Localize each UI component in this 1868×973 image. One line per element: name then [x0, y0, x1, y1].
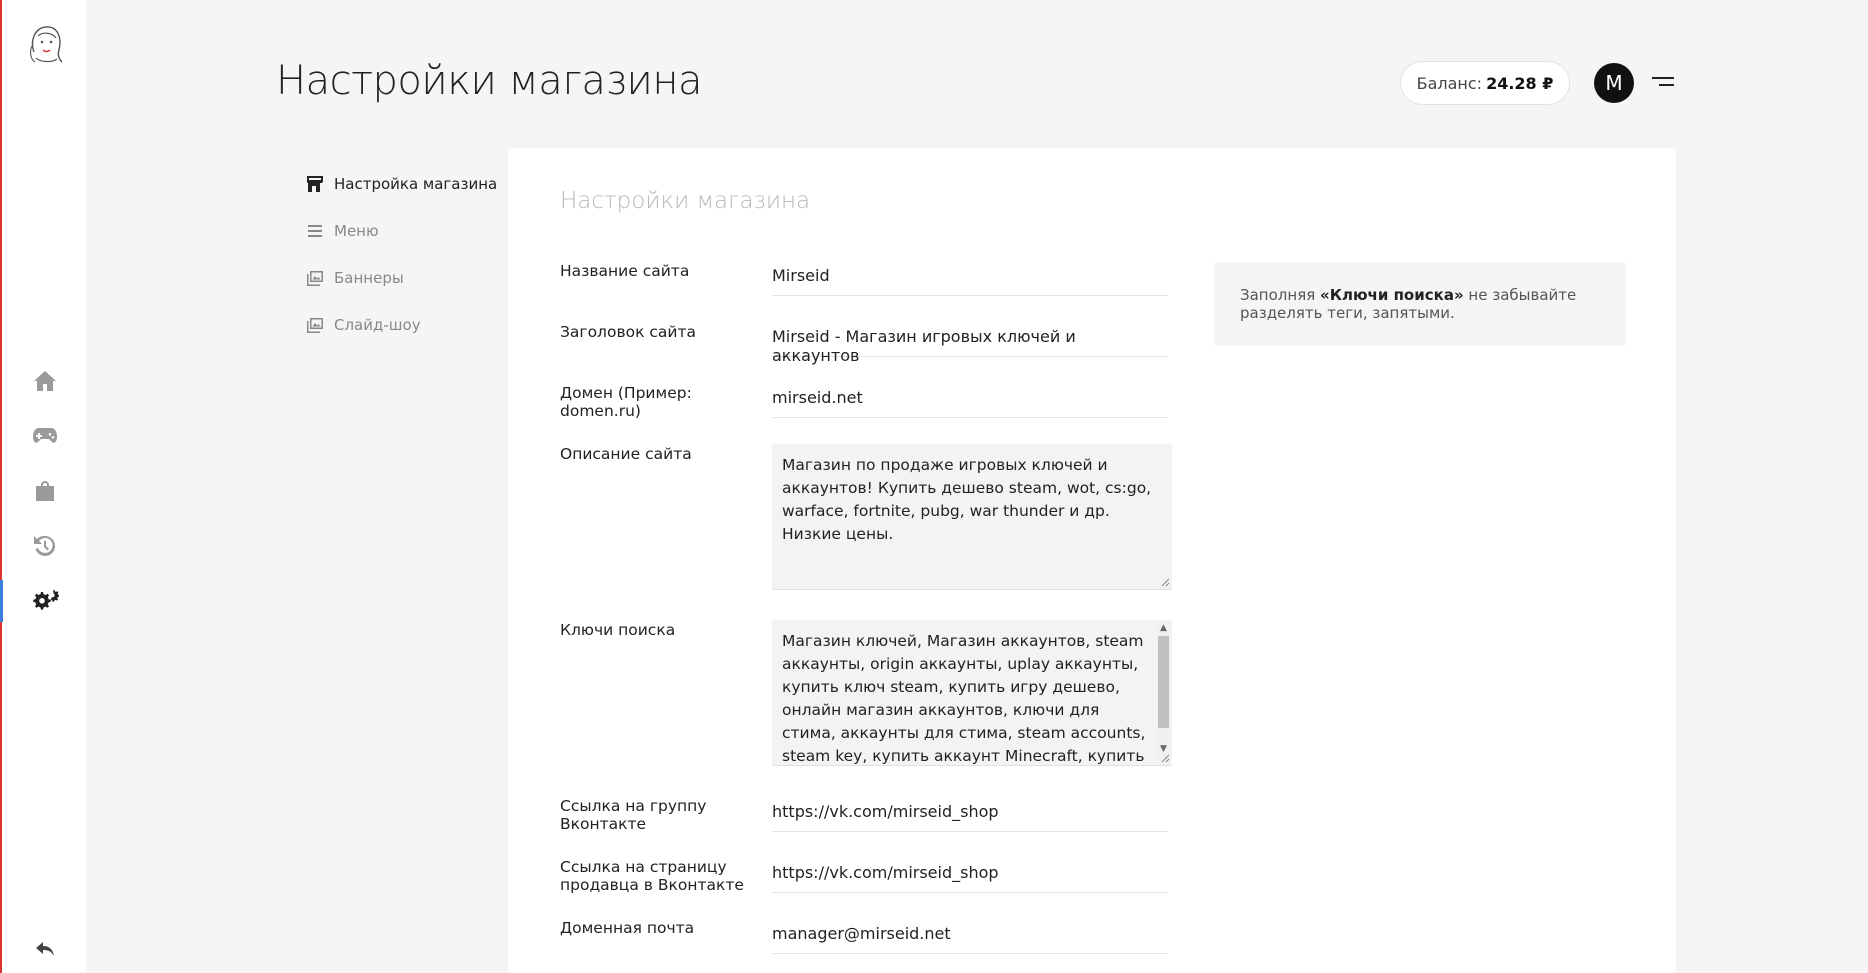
description-label: Описание сайта: [560, 445, 692, 463]
images-icon: [307, 270, 323, 286]
search-keys-hint: Заполняя «Ключи поиска» не забывайте раз…: [1214, 262, 1626, 346]
search-keys-textarea[interactable]: Магазин ключей, Магазин аккаунтов, steam…: [772, 620, 1172, 766]
menu-lines-icon: [308, 224, 322, 237]
settings-nav-store[interactable]: Настройка магазина: [306, 160, 506, 207]
vk-seller-label: Ссылка на страницу продавца в Вконтакте: [560, 858, 744, 894]
balance-button[interactable]: Баланс: 24.28 ₽: [1400, 61, 1570, 105]
settings-nav-label: Баннеры: [334, 268, 404, 287]
vk-seller-field[interactable]: https://vk.com/mirseid_shop: [772, 849, 1168, 893]
domain-field[interactable]: mirseid.net: [772, 374, 1168, 418]
page-title: Настройки магазина: [276, 58, 703, 104]
hamburger-menu-icon[interactable]: [1652, 76, 1674, 90]
balance-label: Баланс:: [1416, 73, 1483, 93]
settings-nav: Настройка магазина Меню Баннеры Слайд-шо…: [306, 160, 506, 348]
avatar[interactable]: M: [1594, 63, 1634, 103]
site-name-label: Название сайта: [560, 262, 690, 280]
domain-email-label: Доменная почта: [560, 919, 695, 937]
search-keys-scrollbar[interactable]: ▲ ▼: [1157, 622, 1170, 763]
bag-icon[interactable]: [30, 476, 60, 506]
gamepad-icon[interactable]: [30, 421, 60, 451]
description-textarea[interactable]: Магазин по продаже игровых ключей и акка…: [772, 444, 1172, 590]
description-text: Магазин по продаже игровых ключей и акка…: [782, 456, 1152, 543]
hint-prefix: Заполняя: [1240, 286, 1321, 304]
hint-bold: «Ключи поиска»: [1320, 286, 1464, 304]
site-heading-label: Заголовок сайта: [560, 323, 696, 341]
logo-icon[interactable]: [26, 22, 66, 66]
balance-value: 24.28 ₽: [1486, 73, 1554, 93]
domain-label: Домен (Пример: domen.ru): [560, 384, 692, 420]
search-keys-text: Магазин ключей, Магазин аккаунтов, steam…: [782, 632, 1146, 765]
resize-grip-icon[interactable]: [1161, 578, 1170, 587]
vk-group-label: Ссылка на группу Вконтакте: [560, 797, 707, 833]
settings-nav-label: Слайд-шоу: [334, 315, 421, 334]
settings-nav-banners[interactable]: Баннеры: [306, 254, 506, 301]
left-rail: [0, 0, 86, 973]
home-icon[interactable]: [30, 366, 60, 396]
settings-nav-slideshow[interactable]: Слайд-шоу: [306, 301, 506, 348]
settings-nav-label: Меню: [334, 221, 379, 240]
scroll-thumb[interactable]: [1158, 636, 1169, 728]
settings-icon[interactable]: [30, 586, 60, 616]
store-icon: [307, 175, 323, 192]
site-heading-field[interactable]: Mirseid - Магазин игровых ключей и аккау…: [772, 313, 1168, 365]
settings-nav-label: Настройка магазина: [334, 174, 498, 193]
resize-grip-icon[interactable]: [1161, 754, 1170, 763]
history-icon[interactable]: [30, 531, 60, 561]
scroll-up-icon[interactable]: ▲: [1157, 622, 1170, 634]
slideshow-icon: [307, 317, 323, 333]
back-icon[interactable]: [30, 934, 60, 964]
domain-email-field[interactable]: manager@mirseid.net: [772, 910, 1168, 954]
active-indicator: [0, 580, 3, 622]
search-keys-label: Ключи поиска: [560, 621, 676, 639]
card-title: Настройки магазина: [560, 188, 811, 214]
vk-group-field[interactable]: https://vk.com/mirseid_shop: [772, 788, 1168, 832]
site-name-field[interactable]: Mirseid: [772, 252, 1168, 296]
settings-nav-menu[interactable]: Меню: [306, 207, 506, 254]
settings-card: Настройки магазина Название сайта Mirsei…: [508, 148, 1676, 973]
